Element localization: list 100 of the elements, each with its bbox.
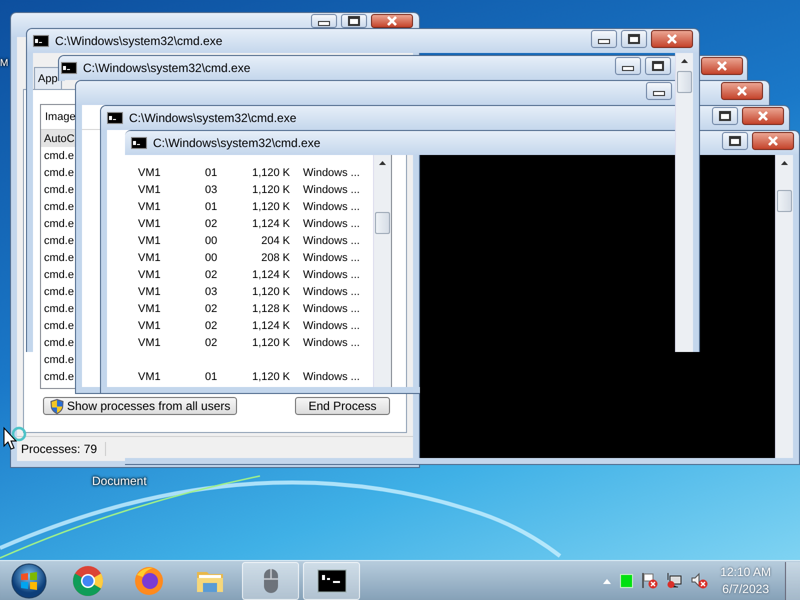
flag-error-icon[interactable]: [641, 572, 658, 589]
table-cell-text: VM1: [137, 320, 162, 332]
process-row[interactable]: cmd.e VM1 03 1,120 K Windows ...: [41, 283, 373, 300]
minimize-button[interactable]: [615, 57, 641, 75]
end-process-button[interactable]: End Process: [295, 397, 390, 415]
table-cell-text: cmd.e: [43, 320, 75, 332]
close-icon: [757, 111, 769, 121]
table-cell-text: Windows ...: [302, 336, 361, 348]
close-icon: [767, 136, 779, 146]
table-cell-text: 01: [204, 166, 218, 178]
table-cell-text: 02: [204, 336, 218, 348]
table-cell-text: VM1: [137, 286, 162, 298]
table-cell-text: cmd.e: [43, 252, 75, 264]
desktop-icon-label[interactable]: M: [0, 58, 8, 69]
window-title: C:\Windows\system32\cmd.exe: [153, 136, 320, 150]
process-row[interactable]: cmd.e VM1 01 1,120 K Windows ...: [41, 368, 373, 385]
table-cell-text: 204 K: [260, 234, 290, 246]
column-header[interactable]: Image: [41, 111, 75, 123]
scroll-thumb[interactable]: [677, 71, 692, 93]
table-cell-text: 208 K: [260, 252, 290, 264]
network-error-icon[interactable]: [666, 572, 684, 589]
maximize-button[interactable]: [645, 57, 671, 75]
table-cell-text: VM1: [137, 166, 162, 178]
close-button[interactable]: [371, 14, 413, 28]
maximize-button[interactable]: [341, 14, 367, 28]
process-row[interactable]: cmd.e VM1 02 1,124 K Windows ...: [41, 215, 373, 232]
table-cell-text: cmd.e: [43, 286, 75, 298]
table-cell-text: Windows ...: [302, 234, 361, 246]
close-icon: [666, 34, 678, 44]
table-cell-text: 1,124 K: [251, 320, 290, 332]
close-button[interactable]: [752, 132, 794, 150]
table-cell-text: Windows ...: [302, 252, 361, 264]
window-title: C:\Windows\system32\cmd.exe: [83, 61, 250, 75]
table-cell-text: Windows ...: [302, 286, 361, 298]
maximize-button[interactable]: [712, 107, 738, 125]
speaker-muted-icon[interactable]: [691, 572, 708, 589]
process-row[interactable]: cmd.e VM1 00 204 K Windows ...: [41, 232, 373, 249]
close-button[interactable]: [721, 82, 763, 100]
table-cell-text: 1,120 K: [251, 370, 290, 382]
table-cell-text: 01: [204, 200, 218, 212]
table-cell-text: VM1: [137, 234, 162, 246]
process-row[interactable]: cmd.e VM1 03 1,120 K Windows ...: [41, 181, 373, 198]
close-icon: [386, 16, 398, 26]
tab[interactable]: App: [34, 67, 62, 89]
table-cell-text: 1,120 K: [251, 200, 290, 212]
maximize-button[interactable]: [621, 30, 647, 48]
table-cell-text: VM1: [137, 200, 162, 212]
process-row[interactable]: cmd.e VM1 02 1,128 K Windows ...: [41, 300, 373, 317]
minimize-button[interactable]: [591, 30, 617, 48]
table-cell-text: 1,128 K: [251, 302, 290, 314]
close-icon: [716, 61, 728, 71]
table-cell-text: VM1: [137, 302, 162, 314]
process-row[interactable]: cmd.e VM1 02 1,124 K Windows ...: [41, 266, 373, 283]
scroll-thumb[interactable]: [777, 190, 792, 212]
maximize-button[interactable]: [722, 132, 748, 150]
scrollbar[interactable]: [675, 53, 693, 352]
taskbar-button[interactable]: [303, 562, 360, 600]
process-row[interactable]: cmd.e VM1 01 1,120 K Windows ...: [41, 164, 373, 181]
table-cell-text: cmd.e: [43, 370, 75, 382]
table-cell-text: Windows ...: [302, 268, 361, 280]
table-cell-text: Windows ...: [302, 370, 361, 382]
table-cell-text: 02: [204, 320, 218, 332]
table-cell-text: 03: [204, 184, 218, 196]
start-button[interactable]: [10, 562, 46, 598]
scrollbar[interactable]: [373, 155, 391, 388]
table-cell-text: cmd.e: [43, 200, 75, 212]
table-cell-text: Windows ...: [302, 184, 361, 196]
process-row[interactable]: cmd.e VM1 02 1,120 K Windows ...: [41, 334, 373, 351]
process-row[interactable]: cmd.e VM1 01 1,120 K Windows ...: [41, 198, 373, 215]
close-button[interactable]: [742, 107, 784, 125]
close-button[interactable]: [701, 57, 743, 75]
browser-icon: [72, 564, 104, 596]
table-cell-text: Windows ...: [302, 166, 361, 178]
table-cell-text: VM1: [137, 268, 162, 280]
table-cell-text: cmd.e: [43, 336, 75, 348]
process-row[interactable]: cmd.e VM1 02 1,124 K Windows ...: [41, 317, 373, 334]
table-cell-text: 02: [204, 268, 218, 280]
table-cell-text: VM1: [137, 370, 162, 382]
show-processes-button[interactable]: Show processes from all users: [43, 397, 238, 415]
table-cell-text: 03: [204, 286, 218, 298]
scroll-thumb[interactable]: [375, 212, 390, 234]
table-cell-text: VM1: [137, 336, 162, 348]
table-cell-text: 1,120 K: [251, 286, 290, 298]
console-icon: [131, 137, 147, 149]
close-button[interactable]: [651, 30, 693, 48]
table-cell-text: cmd.e: [43, 218, 75, 230]
status-text: Processes: 79: [17, 442, 106, 456]
show-desktop-button[interactable]: [785, 562, 800, 600]
minimize-button[interactable]: [646, 82, 672, 100]
table-cell-text: cmd.e: [43, 166, 75, 178]
table-cell-text: 1,124 K: [251, 268, 290, 280]
minimize-button[interactable]: [311, 14, 337, 28]
table-cell-text: 02: [204, 218, 218, 230]
scrollbar[interactable]: [775, 155, 793, 458]
console-icon: [107, 112, 123, 124]
process-row[interactable]: cmd.e VM1 00 208 K Windows ...: [41, 249, 373, 266]
close-icon: [736, 86, 748, 96]
fox-browser-icon: [132, 564, 164, 596]
table-cell-text: 1,124 K: [251, 218, 290, 230]
table-cell-text: 1,120 K: [251, 336, 290, 348]
